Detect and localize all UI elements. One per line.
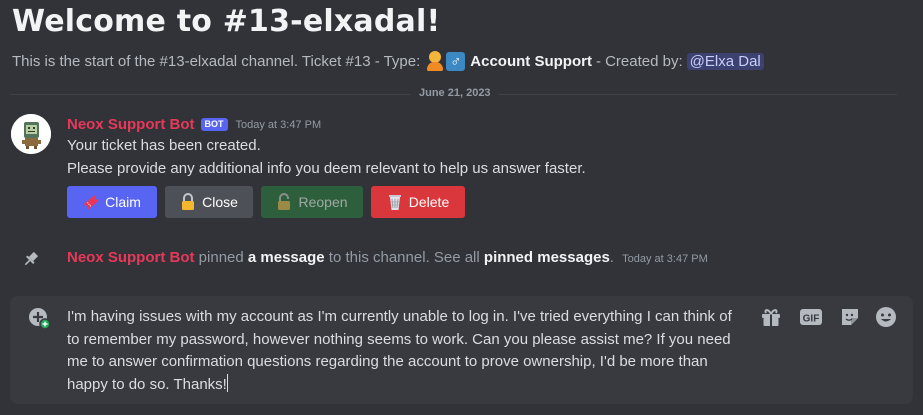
message-line-1: Your ticket has been created.	[67, 137, 261, 154]
close-label: Close	[202, 194, 238, 210]
close-button[interactable]: Close	[165, 186, 253, 218]
channel-description-text: This is the start of the #13-elxadal cha…	[12, 52, 421, 70]
divider-date: June 21, 2023	[411, 87, 499, 99]
lock-icon	[180, 193, 196, 211]
message-header: Neox Support Bot BOT Today at 3:47 PM	[67, 116, 321, 133]
reopen-label: Reopen	[298, 194, 348, 210]
created-by-label: - Created by:	[595, 52, 683, 70]
creator-mention[interactable]: @Elxa Dal	[686, 52, 764, 70]
person-emoji-icon	[426, 51, 444, 71]
reopen-button[interactable]: Reopen	[261, 186, 363, 218]
male-sign-emoji-icon: ♂	[446, 51, 466, 71]
pin-notice: Neox Support Bot pinned a message to thi…	[0, 248, 923, 270]
pin-text-1: pinned	[198, 249, 244, 266]
sticker-icon[interactable]	[839, 306, 861, 333]
ticket-icon	[83, 194, 99, 210]
bot-tag: BOT	[200, 118, 228, 131]
gif-icon[interactable]: GIF	[799, 306, 823, 333]
avatar[interactable]	[11, 114, 51, 154]
message-timestamp: Today at 3:47 PM	[235, 118, 322, 131]
delete-label: Delete	[408, 194, 450, 210]
add-attachment-icon[interactable]	[28, 307, 51, 334]
pin-notice-text: Neox Support Bot pinned a message to thi…	[67, 249, 708, 266]
wastebasket-icon	[387, 193, 403, 211]
claim-button[interactable]: Claim	[67, 186, 157, 218]
page-title: Welcome to #13-elxadal!	[12, 4, 441, 39]
message-line-2: Please provide any additional info you d…	[67, 160, 586, 177]
pin-text-2: to this channel. See all	[328, 249, 480, 266]
message-author[interactable]: Neox Support Bot	[67, 116, 195, 133]
pin-icon	[22, 250, 40, 273]
pin-timestamp: Today at 3:47 PM	[622, 253, 708, 265]
pin-text-3: .	[609, 249, 614, 266]
emoji-icon[interactable]	[875, 306, 897, 333]
unlock-icon	[276, 193, 292, 211]
gift-icon[interactable]	[760, 306, 782, 333]
gif-icon-label: GIF	[803, 314, 820, 325]
text-caret	[226, 373, 228, 392]
channel-description: This is the start of the #13-elxadal cha…	[12, 51, 764, 71]
pinned-message-link[interactable]: a message	[248, 249, 325, 266]
delete-button[interactable]: Delete	[371, 186, 465, 218]
message-input-text: I'm having issues with my account as I'm…	[67, 308, 732, 393]
pinned-messages-link[interactable]: pinned messages	[484, 249, 610, 266]
message-input[interactable]: I'm having issues with my account as I'm…	[67, 306, 737, 396]
pin-author[interactable]: Neox Support Bot	[67, 249, 195, 266]
claim-label: Claim	[105, 194, 141, 210]
message-composer[interactable]: I'm having issues with my account as I'm…	[10, 296, 913, 404]
ticket-type: Account Support	[470, 52, 592, 70]
